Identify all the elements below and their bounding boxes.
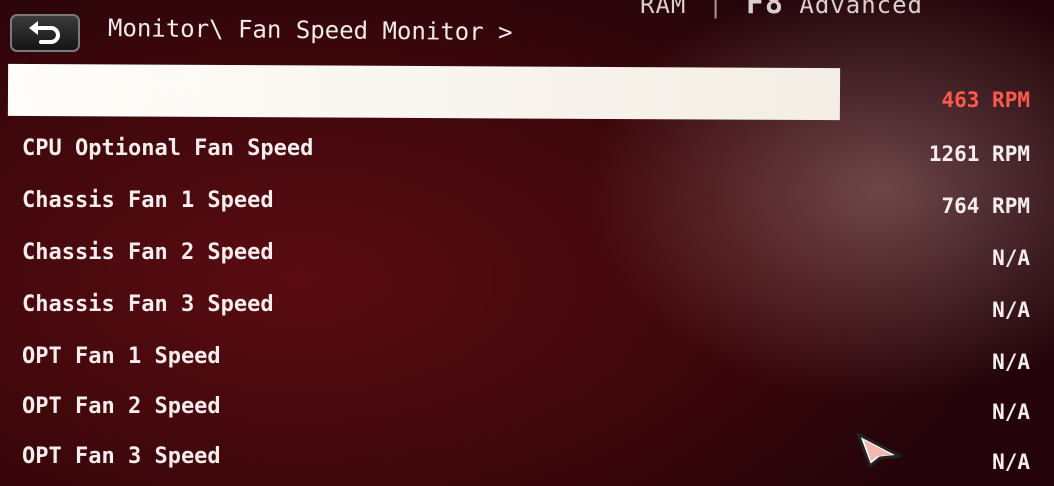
fan-label: OPT Fan 1 Speed bbox=[22, 344, 221, 369]
top-menu-partial: RAM | F8 Advanced bbox=[640, 0, 923, 21]
fan-speed-value: N/A bbox=[992, 298, 1030, 322]
breadcrumb: Monitor\ Fan Speed Monitor > bbox=[107, 14, 513, 47]
fan-speed-value: 764 RPM bbox=[941, 194, 1030, 218]
fan-speed-value: N/A bbox=[992, 350, 1030, 374]
mouse-pointer-icon bbox=[856, 432, 902, 468]
fan-speed-value: N/A bbox=[992, 246, 1030, 270]
fan-row[interactable]: Chassis Fan 3 Speed N/A bbox=[0, 280, 1054, 330]
fan-label: CPU Optional Fan Speed bbox=[22, 136, 314, 161]
back-arrow-icon bbox=[29, 21, 60, 44]
fan-row[interactable]: OPT Fan 2 Speed N/A bbox=[0, 382, 1054, 432]
top-menu-hotkey: F8 bbox=[745, 0, 784, 21]
top-menu-separator: | bbox=[708, 0, 724, 19]
bios-screen: RAM | F8 Advanced Monitor\ Fan Speed Monit… bbox=[0, 0, 1054, 486]
fan-label: OPT Fan 3 Speed bbox=[22, 444, 221, 469]
fan-row[interactable]: Chassis Fan 1 Speed 764 RPM bbox=[0, 176, 1054, 226]
fan-row[interactable]: CPU Optional Fan Speed 1261 RPM bbox=[0, 124, 1054, 174]
fan-speed-value: N/A bbox=[992, 450, 1030, 474]
fan-label: CPU Fan Speed bbox=[22, 74, 195, 99]
fan-speed-value: 463 RPM bbox=[941, 88, 1030, 112]
fan-speed-list: CPU Fan Speed 463 RPM CPU Optional Fan Spe… bbox=[0, 62, 1054, 486]
top-menu-advanced[interactable]: Advanced bbox=[799, 0, 923, 19]
fan-label: OPT Fan 2 Speed bbox=[22, 394, 221, 419]
fan-row[interactable]: Chassis Fan 2 Speed N/A bbox=[0, 228, 1054, 278]
top-menu-ram[interactable]: RAM bbox=[640, 0, 686, 19]
back-button[interactable] bbox=[10, 14, 80, 52]
fan-speed-value: 1261 RPM bbox=[928, 142, 1030, 166]
fan-label: Chassis Fan 3 Speed bbox=[22, 292, 274, 317]
fan-speed-value: N/A bbox=[992, 400, 1030, 424]
fan-row[interactable]: CPU Fan Speed 463 RPM bbox=[0, 62, 1054, 121]
fan-row[interactable]: OPT Fan 1 Speed N/A bbox=[0, 332, 1054, 382]
fan-label: Chassis Fan 1 Speed bbox=[22, 188, 274, 213]
fan-label: Chassis Fan 2 Speed bbox=[22, 240, 274, 265]
